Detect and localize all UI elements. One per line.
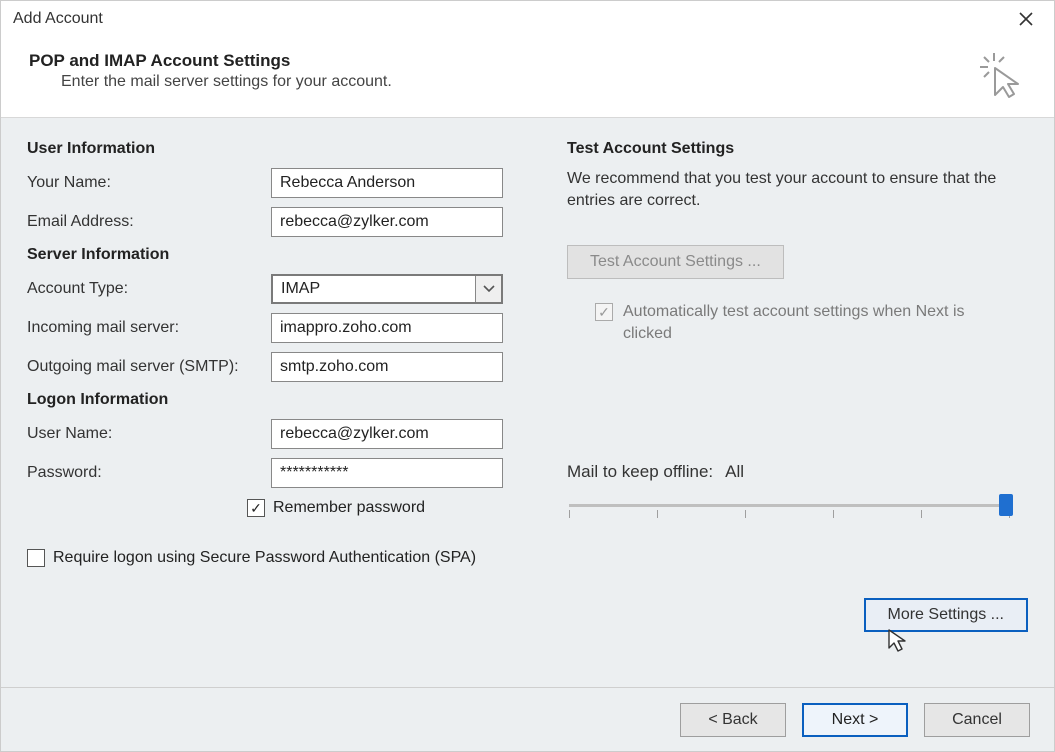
- incoming-server-input[interactable]: [271, 313, 503, 343]
- next-button[interactable]: Next >: [802, 703, 908, 737]
- slider-tick: [657, 510, 658, 518]
- label-outgoing-server: Outgoing mail server (SMTP):: [27, 358, 271, 376]
- row-outgoing-server: Outgoing mail server (SMTP):: [27, 352, 527, 382]
- test-recommendation-text: We recommend that you test your account …: [567, 168, 1028, 211]
- content-area: User Information Your Name: Email Addres…: [1, 118, 1054, 687]
- back-button[interactable]: < Back: [680, 703, 786, 737]
- auto-test-label: Automatically test account settings when…: [623, 301, 1003, 344]
- mail-offline-slider[interactable]: [569, 498, 1009, 524]
- section-user-information: User Information: [27, 140, 527, 158]
- row-email: Email Address:: [27, 207, 527, 237]
- section-server-information: Server Information: [27, 246, 527, 264]
- more-settings-area: More Settings ...: [567, 598, 1028, 632]
- section-logon-information: Logon Information: [27, 391, 527, 409]
- account-type-select[interactable]: IMAP: [271, 274, 503, 304]
- cancel-button[interactable]: Cancel: [924, 703, 1030, 737]
- remember-password-row[interactable]: ✓ Remember password: [247, 497, 527, 519]
- label-password: Password:: [27, 464, 271, 482]
- cursor-icon: [886, 628, 908, 652]
- password-input[interactable]: [271, 458, 503, 488]
- titlebar: Add Account: [1, 1, 1054, 37]
- require-spa-row[interactable]: Require logon using Secure Password Auth…: [27, 547, 527, 569]
- chevron-down-icon: [483, 285, 495, 293]
- row-your-name: Your Name:: [27, 168, 527, 198]
- email-input[interactable]: [271, 207, 503, 237]
- cursor-click-icon: [978, 51, 1026, 99]
- close-icon: [1019, 12, 1033, 26]
- slider-tick: [569, 510, 570, 518]
- header-title: POP and IMAP Account Settings: [29, 51, 978, 71]
- right-column: Test Account Settings We recommend that …: [567, 140, 1028, 671]
- auto-test-row: ✓ Automatically test account settings wh…: [595, 301, 1028, 344]
- remember-password-checkbox[interactable]: ✓: [247, 499, 265, 517]
- row-account-type: Account Type: IMAP: [27, 274, 527, 304]
- require-spa-checkbox[interactable]: [27, 549, 45, 567]
- wizard-footer: < Back Next > Cancel: [1, 687, 1054, 751]
- account-type-value: IMAP: [273, 280, 475, 298]
- auto-test-checkbox[interactable]: ✓: [595, 303, 613, 321]
- more-settings-button[interactable]: More Settings ...: [864, 598, 1029, 632]
- label-your-name: Your Name:: [27, 174, 271, 192]
- account-type-dropdown-button[interactable]: [475, 276, 501, 302]
- label-username: User Name:: [27, 425, 271, 443]
- add-account-window: Add Account POP and IMAP Account Setting…: [0, 0, 1055, 752]
- outgoing-server-input[interactable]: [271, 352, 503, 382]
- slider-track: [569, 504, 1009, 507]
- section-test-account-settings: Test Account Settings: [567, 140, 1028, 158]
- require-spa-label: Require logon using Secure Password Auth…: [53, 547, 476, 569]
- mail-offline-row: Mail to keep offline: All: [567, 462, 1028, 482]
- mail-offline-label: Mail to keep offline:: [567, 462, 713, 482]
- slider-tick: [833, 510, 834, 518]
- row-password: Password:: [27, 458, 527, 488]
- left-column: User Information Your Name: Email Addres…: [27, 140, 527, 671]
- label-incoming-server: Incoming mail server:: [27, 319, 271, 337]
- row-username: User Name:: [27, 419, 527, 449]
- row-incoming-server: Incoming mail server:: [27, 313, 527, 343]
- username-input[interactable]: [271, 419, 503, 449]
- remember-password-label: Remember password: [273, 497, 425, 519]
- slider-thumb[interactable]: [999, 494, 1013, 516]
- window-title: Add Account: [13, 10, 1006, 28]
- mail-offline-value: All: [725, 462, 744, 482]
- slider-tick: [921, 510, 922, 518]
- close-button[interactable]: [1006, 3, 1046, 35]
- test-account-settings-button[interactable]: Test Account Settings ...: [567, 245, 784, 279]
- wizard-header: POP and IMAP Account Settings Enter the …: [1, 37, 1054, 118]
- header-subtitle: Enter the mail server settings for your …: [61, 73, 978, 91]
- label-account-type: Account Type:: [27, 280, 271, 298]
- wizard-header-text: POP and IMAP Account Settings Enter the …: [29, 51, 978, 91]
- slider-tick: [745, 510, 746, 518]
- your-name-input[interactable]: [271, 168, 503, 198]
- label-email: Email Address:: [27, 213, 271, 231]
